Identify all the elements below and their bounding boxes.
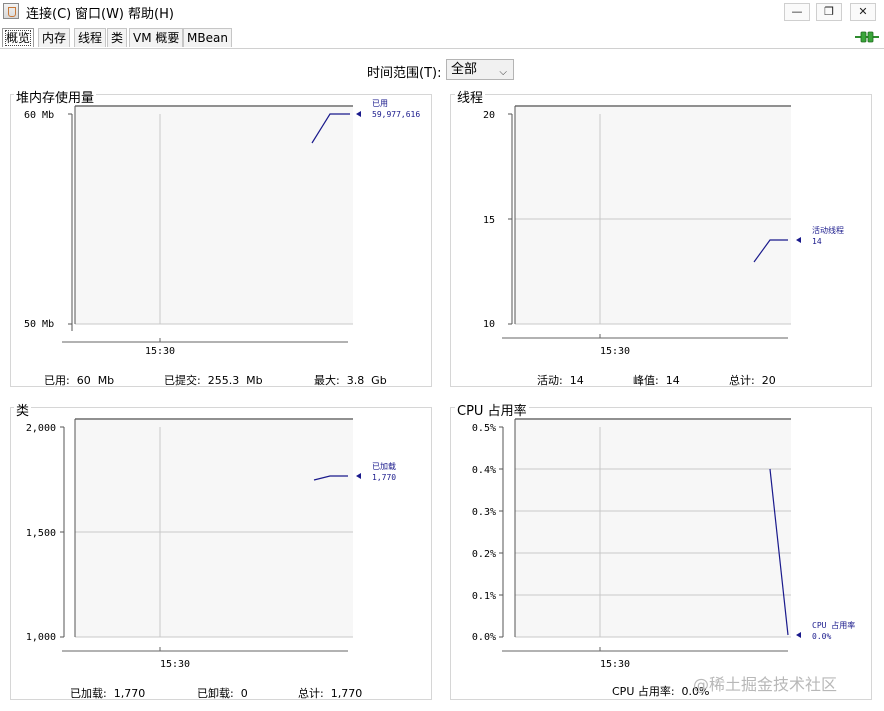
classes-stat-unloaded: 已卸载: 0 [197,687,248,700]
time-range-select[interactable]: 全部 ⌵ [446,59,514,80]
heap-ytick-max: 60 Mb [24,110,54,121]
classes-ytick-2000: 2,000 [26,423,56,434]
watermark: @稀土掘金技术社区 [693,675,838,694]
cpu-ytick-0-3: 0.3% [472,507,496,518]
chevron-down-icon: ⌵ [499,67,507,78]
threads-legend-marker [796,237,801,243]
threads-stat-total: 总计: 20 [729,374,776,387]
cpu-ytick-0-5: 0.5% [472,423,496,434]
classes-ytick-1000: 1,000 [26,632,56,643]
time-range-value: 全部 [451,62,478,77]
heap-stat-committed: 已提交: 255.3 Mb [164,374,263,387]
heap-legend-name: 已用 [372,99,388,108]
heap-legend-marker [356,111,361,117]
minimize-button[interactable]: — [784,3,810,21]
threads-legend-name: 活动线程 [812,225,844,235]
classes-ytick-1500: 1,500 [26,528,56,539]
threads-ytick-10: 10 [483,319,495,330]
cpu-legend-value: 0.0% [812,632,831,641]
cpu-legend-marker [796,632,801,638]
heap-stat-max: 最大: 3.8 Gb [314,374,387,387]
classes-legend-value: 1,770 [372,473,396,482]
heap-xtick: 15:30 [145,346,175,357]
threads-chart: 20 15 10 15:30 活动线程 14 [483,105,844,357]
threads-stat-peak: 峰值: 14 [633,374,680,387]
heap-stat-used: 已用: 60 Mb [44,374,115,387]
classes-chart: 2,000 1,500 1,000 15:30 已加载 1,770 [26,418,396,670]
threads-ytick-15: 15 [483,215,495,226]
tab-classes[interactable]: 类 [107,28,128,47]
threads-ytick-20: 20 [483,110,495,121]
menu-window[interactable]: 窗口(W) [75,3,124,22]
java-app-icon[interactable] [3,3,19,19]
cpu-xtick: 15:30 [600,659,630,670]
cpu-ytick-0-1: 0.1% [472,591,496,602]
classes-legend-name: 已加载 [372,461,396,471]
cpu-ytick-0-4: 0.4% [472,465,496,476]
tab-vm-summary[interactable]: VM 概要 [129,28,184,47]
tab-bar: 概览 内存 线程 类 VM 概要 MBean [0,26,884,49]
threads-legend-value: 14 [812,237,822,246]
cpu-ytick-0-0: 0.0% [472,632,496,643]
classes-stat-loaded: 已加载: 1,770 [70,687,146,700]
tab-threads[interactable]: 线程 [74,28,107,47]
menu-connect[interactable]: 连接(C) [26,3,71,22]
heap-chart: 60 Mb 50 Mb 15:30 已用 59,977,616 [24,99,420,357]
close-button[interactable]: ✕ [850,3,876,21]
restore-button[interactable]: ❐ [816,3,842,21]
tab-mbeans[interactable]: MBean [183,28,232,47]
cpu-chart: 0.5% 0.4% 0.3% 0.2% 0.1% 0.0% 15:30 CPU … [472,418,855,670]
classes-legend-marker [356,473,361,479]
connection-plug-icon[interactable] [855,31,879,43]
threads-stat-live: 活动: 14 [537,374,584,387]
classes-stat-total: 总计: 1,770 [298,687,363,700]
threads-xtick: 15:30 [600,346,630,357]
time-range-label: 时间范围(T): [367,66,442,81]
classes-xtick: 15:30 [160,659,190,670]
tab-memory[interactable]: 内存 [38,28,71,47]
menu-bar: 连接(C) 窗口(W) 帮助(H) — ❐ ✕ [0,0,884,24]
cpu-legend-name: CPU 占用率 [812,620,855,630]
menu-help[interactable]: 帮助(H) [128,3,174,22]
heap-legend-value: 59,977,616 [372,110,420,119]
cpu-ytick-0-2: 0.2% [472,549,496,560]
tab-overview[interactable]: 概览 [2,28,35,47]
heap-ytick-min: 50 Mb [24,319,54,330]
